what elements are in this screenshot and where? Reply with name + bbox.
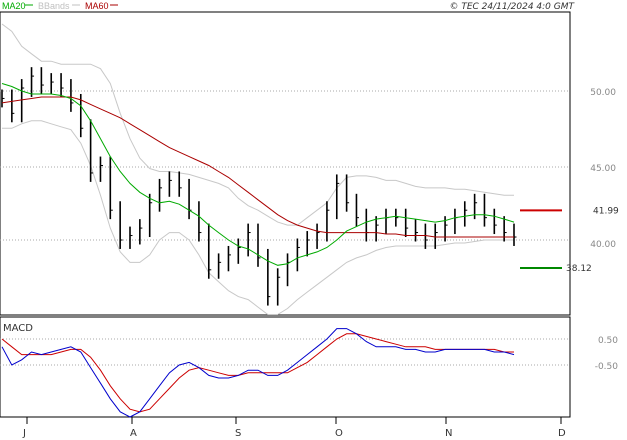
legend-bbands: BBands	[38, 1, 70, 11]
support-level-label: 38.12	[566, 264, 592, 274]
legend-ma20: MA20	[2, 1, 26, 11]
month-label-aug: A	[130, 428, 137, 439]
month-axis: J A S O N D	[22, 417, 566, 439]
month-label-jul: J	[22, 428, 26, 439]
month-label-nov: N	[445, 428, 452, 439]
macd-axis-label-pos: 0.50	[598, 336, 618, 346]
price-axis-label-50: 50.00	[590, 88, 616, 98]
legend-ma60: MA60	[85, 1, 109, 11]
macd-label: MACD	[3, 323, 33, 334]
price-axis-label-40: 40.00	[590, 240, 616, 250]
macd-axis-label-neg: -0.50	[595, 362, 619, 372]
resistance-level-label: 41.99	[593, 206, 619, 216]
month-label-dec: D	[558, 428, 566, 439]
stock-chart: MA20 BBands MA60 © TEC 24/11/2024 4:0 GM…	[0, 0, 627, 439]
month-label-oct: O	[335, 428, 343, 439]
macd-panel: MACD 0.50 -0.50	[0, 316, 619, 418]
price-axis-label-45: 45.00	[590, 164, 616, 174]
price-panel: 50.00 45.00 40.00 41.99 38.12	[0, 11, 619, 316]
month-label-sep: S	[235, 428, 241, 439]
copyright-text: © TEC 24/11/2024 4:0 GMT	[449, 2, 575, 12]
